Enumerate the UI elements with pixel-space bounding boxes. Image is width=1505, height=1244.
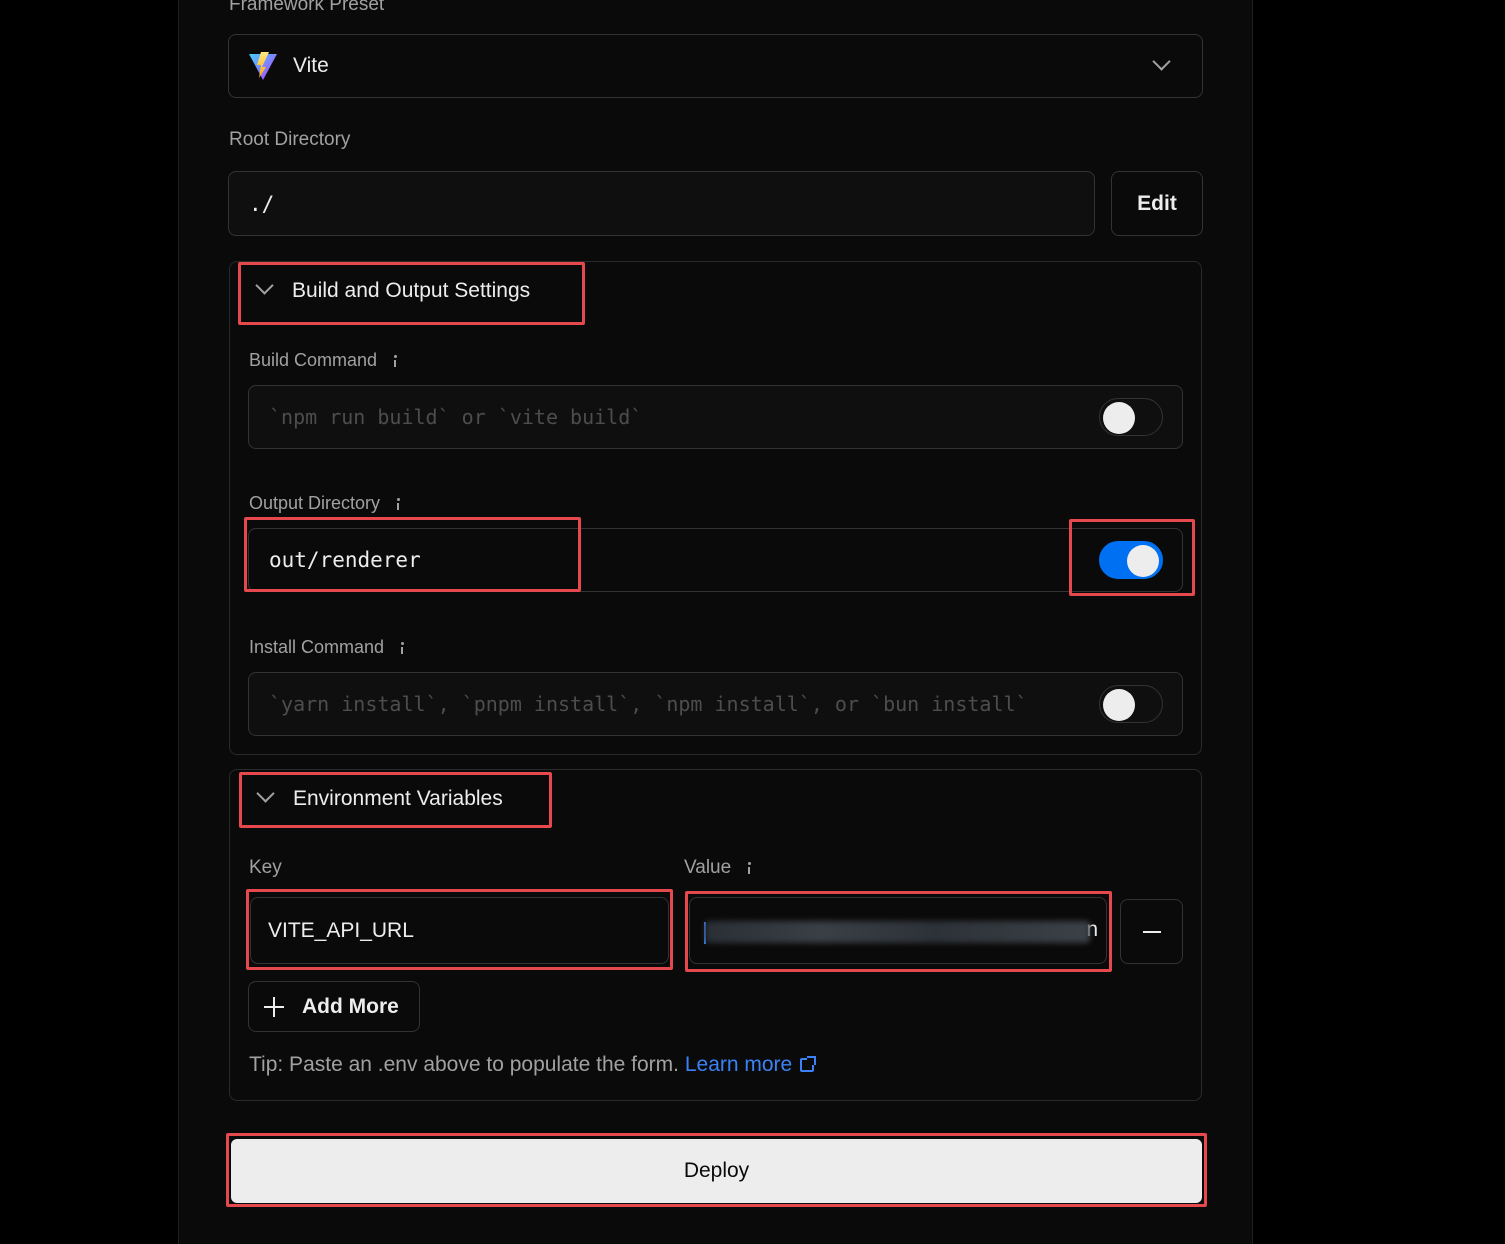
info-icon[interactable] [398,641,406,655]
install-command-placeholder: `yarn install`, `pnpm install`, `npm ins… [269,692,1028,716]
output-directory-label-row: Output Directory [249,493,402,514]
chevron-down-icon [256,784,275,803]
add-more-button[interactable]: Add More [248,981,420,1032]
env-tip: Tip: Paste an .env above to populate the… [249,1053,817,1077]
install-command-override-toggle[interactable] [1099,685,1163,723]
learn-more-label: Learn more [684,1053,793,1076]
build-output-toggle-header[interactable]: Build and Output Settings [240,263,583,323]
framework-preset-label: Framework Preset [229,0,385,15]
environment-variables-title: Environment Variables [293,787,503,810]
remove-env-variable-button[interactable] [1120,899,1183,964]
build-command-input[interactable]: `npm run build` or `vite build` [248,385,1183,449]
env-key-value: VITE_API_URL [268,918,414,942]
info-icon[interactable] [745,861,753,875]
output-directory-value: out/renderer [269,548,421,572]
env-tip-text: Tip: Paste an .env above to populate the… [249,1053,679,1076]
output-directory-label: Output Directory [249,493,381,513]
chevron-down-icon [1152,52,1171,71]
root-directory-input[interactable]: ./ [228,171,1095,236]
root-directory-edit-button[interactable]: Edit [1111,171,1203,236]
install-command-label: Install Command [249,637,385,657]
env-value-label: Value [684,857,732,878]
root-directory-value: ./ [249,191,275,216]
info-icon[interactable] [391,354,399,368]
env-key-input[interactable]: VITE_API_URL [250,897,669,964]
build-output-title: Build and Output Settings [292,279,531,302]
output-directory-input[interactable]: out/renderer [248,528,1183,592]
env-value-label-row: Value [684,857,753,879]
framework-preset-select[interactable]: Vite [228,34,1203,98]
build-command-label-row: Build Command [249,350,399,371]
root-directory-label: Root Directory [229,129,351,150]
env-key-label: Key [249,857,282,878]
deploy-button[interactable]: Deploy [231,1139,1202,1203]
output-directory-override-toggle[interactable] [1099,541,1163,579]
info-icon[interactable] [394,497,402,511]
build-command-override-toggle[interactable] [1099,398,1163,436]
toggle-knob [1127,545,1159,577]
redacted-value [705,921,1090,943]
chevron-down-icon [255,276,274,295]
learn-more-link[interactable]: Learn more [684,1053,817,1076]
minus-icon [1142,930,1161,933]
install-command-label-row: Install Command [249,637,406,658]
external-link-icon [800,1056,817,1072]
vite-logo-icon [249,52,277,80]
toggle-knob [1103,402,1135,434]
add-more-label: Add More [302,994,399,1018]
install-command-input[interactable]: `yarn install`, `pnpm install`, `npm ins… [248,672,1183,736]
toggle-knob [1103,689,1135,721]
environment-variables-toggle-header[interactable]: Environment Variables [241,773,550,827]
framework-preset-value: Vite [293,54,329,77]
plus-icon [264,996,284,1017]
build-command-label: Build Command [249,350,378,370]
build-command-placeholder: `npm run build` or `vite build` [269,405,643,429]
